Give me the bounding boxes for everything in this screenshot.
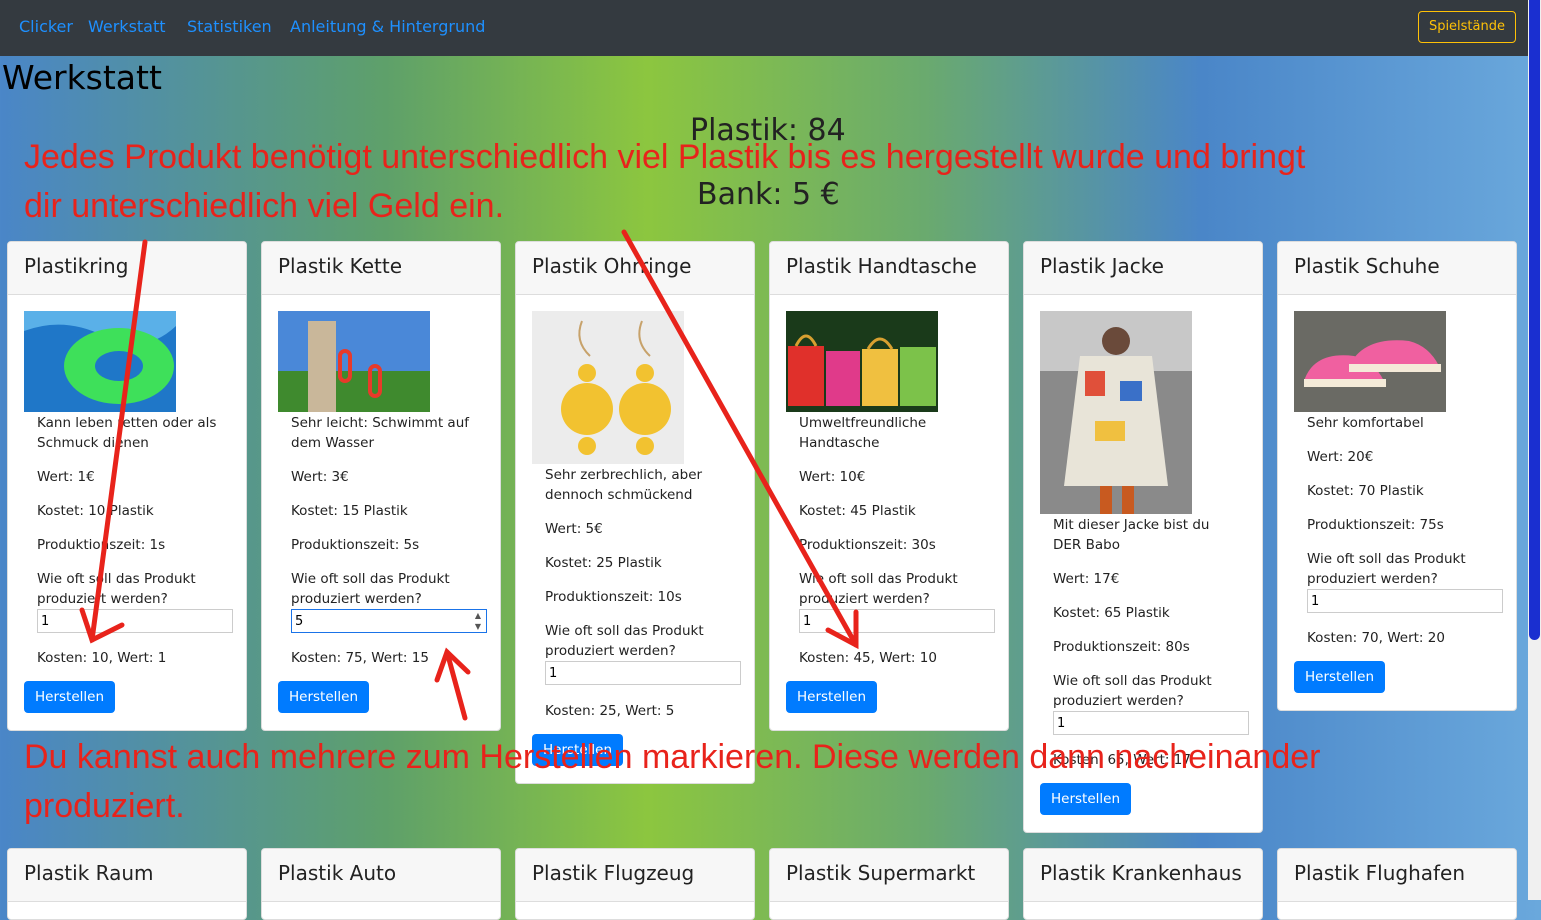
annotation-arrows — [79, 229, 859, 721]
arrow-head-icon — [79, 607, 125, 644]
scrollbar[interactable] — [1528, 0, 1541, 900]
arrow-to-handtasche-summary — [621, 229, 859, 648]
arrow-to-plastikring-summary — [89, 239, 148, 643]
scrollbar-thumb[interactable] — [1529, 0, 1540, 640]
